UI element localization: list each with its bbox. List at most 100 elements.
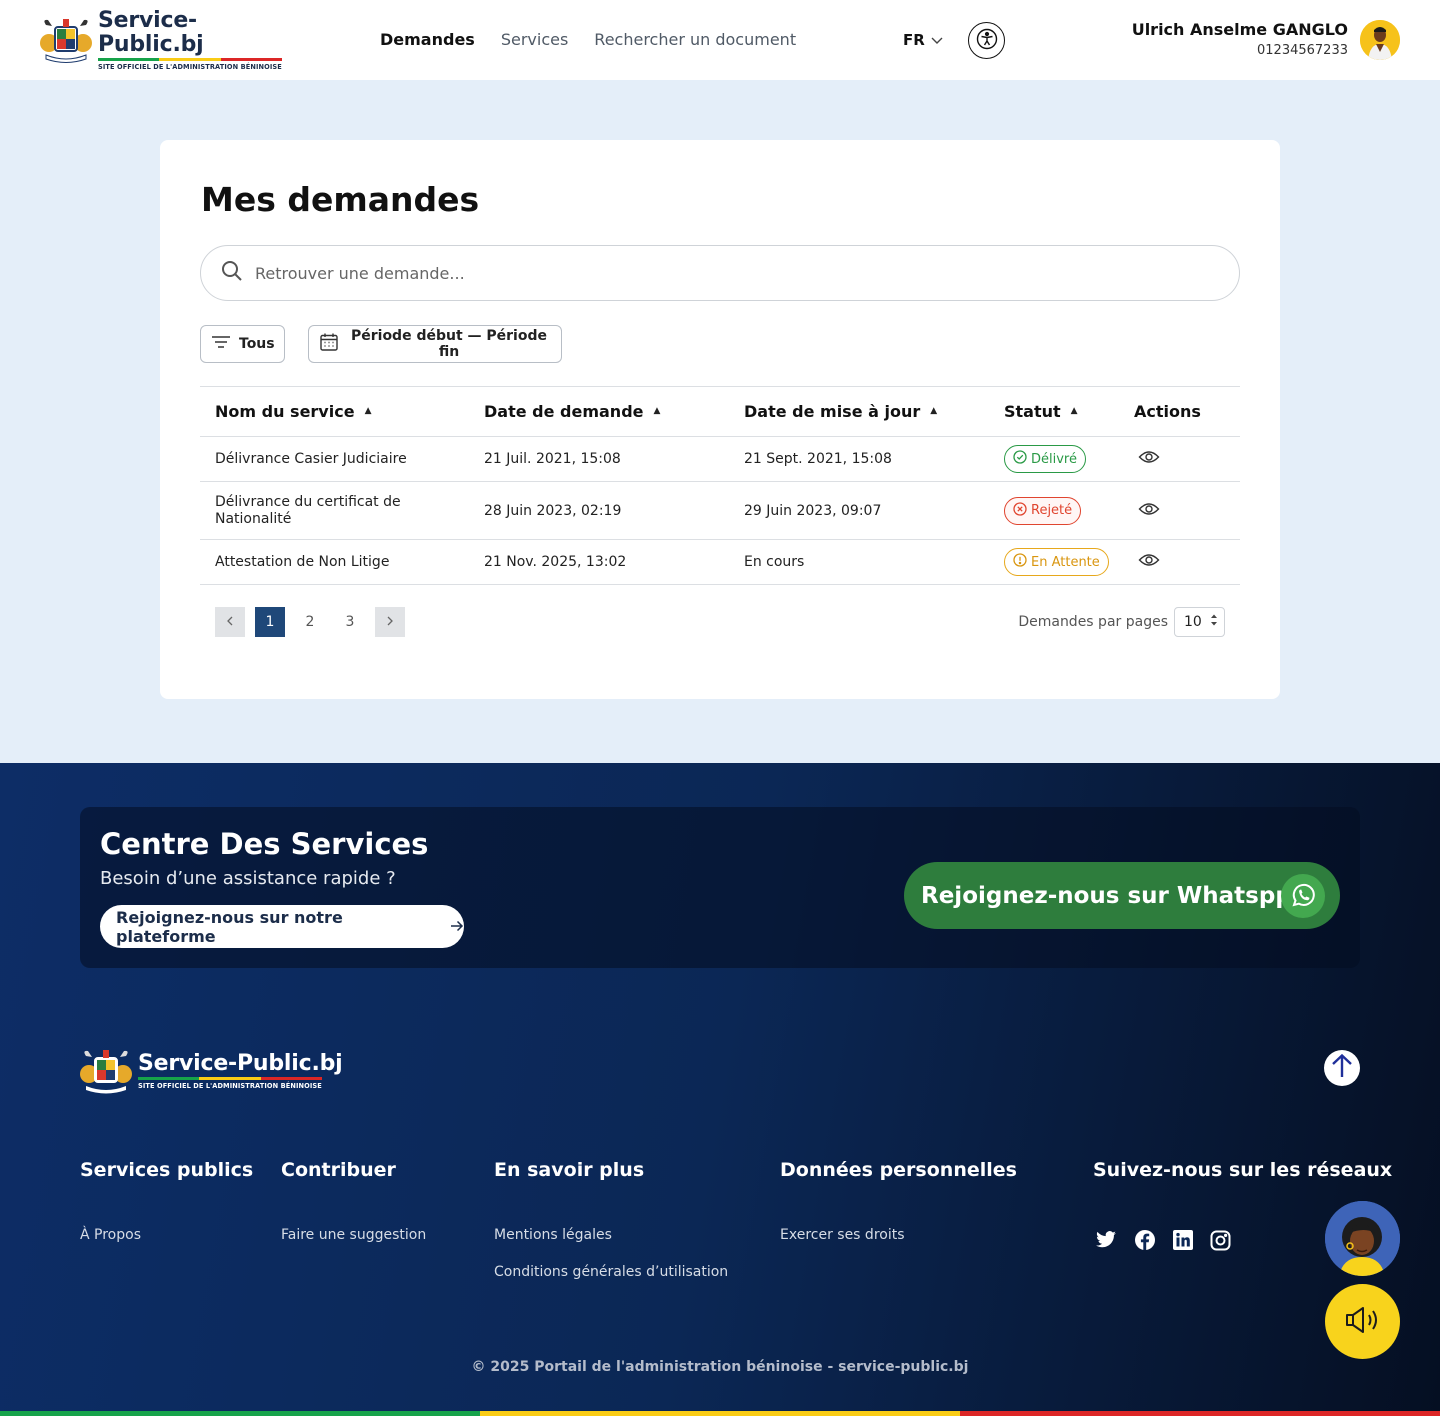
nav-services[interactable]: Services xyxy=(501,30,568,49)
language-label: FR xyxy=(903,31,925,49)
arrow-right-icon xyxy=(450,917,464,936)
join-platform-button[interactable]: Rejoignez-nous sur notre plateforme xyxy=(100,905,464,948)
search-input[interactable] xyxy=(255,263,1155,283)
footer-link-cgu[interactable]: Conditions générales d’utilisation xyxy=(494,1264,728,1280)
per-page-label: Demandes par pages xyxy=(1018,614,1168,630)
cell-date-demande: 21 Nov. 2025, 13:02 xyxy=(484,554,627,570)
top-header: Service-Public.bj SITE OFFICIEL DE L'ADM… xyxy=(0,0,1440,80)
status-badge: Rejeté xyxy=(1004,496,1082,525)
search-bar[interactable] xyxy=(200,245,1240,301)
user-info[interactable]: Ulrich Anselme GANGLO 01234567233 xyxy=(1132,20,1348,58)
per-page-control: Demandes par pages 10 xyxy=(1018,607,1225,637)
filter-status-button[interactable]: Tous xyxy=(200,325,285,363)
cell-service: Délivrance Casier Judiciaire xyxy=(215,451,407,467)
page-button-1[interactable]: 1 xyxy=(255,607,285,637)
brand-subtitle: SITE OFFICIEL DE L'ADMINISTRATION BÉNINO… xyxy=(138,1082,322,1090)
cell-actions xyxy=(1119,437,1240,482)
speaker-icon xyxy=(1344,1304,1382,1340)
accessibility-icon xyxy=(976,28,998,54)
per-page-select[interactable]: 10 xyxy=(1174,607,1225,637)
view-eye-icon[interactable] xyxy=(1138,553,1160,571)
nav-demandes[interactable]: Demandes xyxy=(380,30,475,49)
cell-date-demande: 28 Juin 2023, 02:19 xyxy=(484,502,622,519)
main-nav: Demandes Services Rechercher un document xyxy=(380,30,796,49)
social-links xyxy=(1095,1229,1231,1255)
user-phone: 01234567233 xyxy=(1257,43,1348,58)
flag-bar xyxy=(138,1077,322,1080)
sort-asc-icon: ▲ xyxy=(653,406,661,416)
table-row[interactable]: Attestation de Non Litige 21 Nov. 2025, … xyxy=(200,540,1240,585)
accessibility-button[interactable] xyxy=(968,22,1005,59)
cell-actions xyxy=(1119,482,1240,540)
whatsapp-button[interactable]: Rejoignez-nous sur Whatspp xyxy=(904,862,1340,929)
linkedin-icon[interactable] xyxy=(1173,1230,1193,1254)
cell-statut: Délivré xyxy=(989,437,1119,482)
brand-title: Service-Public.bj xyxy=(98,8,204,57)
view-eye-icon[interactable] xyxy=(1138,502,1160,520)
column-header-date-demande[interactable]: Date de demande ▲ xyxy=(469,387,729,437)
flag-stripe xyxy=(0,1411,1440,1416)
coat-of-arms-icon xyxy=(40,17,92,63)
brand-subtitle: SITE OFFICIEL DE L'ADMINISTRATION BÉNINO… xyxy=(98,63,282,71)
whatsapp-label: Rejoignez-nous sur Whatspp xyxy=(921,882,1292,909)
date-range-button[interactable]: Période début — Période fin xyxy=(308,325,562,363)
text-to-speech-button[interactable] xyxy=(1325,1284,1400,1359)
twitter-icon[interactable] xyxy=(1095,1231,1117,1253)
cell-actions xyxy=(1119,540,1240,585)
footer-link-mentions-legales[interactable]: Mentions légales xyxy=(494,1227,612,1243)
table-row[interactable]: Délivrance du certificat de Nationalité … xyxy=(200,482,1240,540)
next-page-button[interactable] xyxy=(375,607,405,637)
service-center-banner: Centre Des Services Besoin d’une assista… xyxy=(80,807,1360,968)
service-center-subtitle: Besoin d’une assistance rapide ? xyxy=(100,868,396,889)
language-selector[interactable]: FR xyxy=(903,31,943,49)
cell-date-maj: 21 Sept. 2021, 15:08 xyxy=(744,451,892,467)
back-to-top-button[interactable] xyxy=(1324,1050,1360,1086)
column-header-actions: Actions xyxy=(1134,402,1201,421)
copyright-text: © 2025 Portail de l'administration bénin… xyxy=(471,1359,969,1375)
sort-asc-icon: ▲ xyxy=(930,406,938,416)
user-name: Ulrich Anselme GANGLO xyxy=(1131,20,1348,39)
x-circle-icon xyxy=(1013,501,1027,520)
chevron-down-icon xyxy=(931,31,943,49)
flag-bar xyxy=(98,58,282,61)
user-avatar[interactable] xyxy=(1360,20,1400,60)
brand-title: Service-Public.bj xyxy=(138,1051,343,1076)
stepper-arrows-icon xyxy=(1210,613,1218,631)
footer-link-a-propos[interactable]: À Propos xyxy=(80,1227,141,1243)
page-button-3[interactable]: 3 xyxy=(335,607,365,637)
sort-asc-icon: ▲ xyxy=(364,406,372,416)
view-eye-icon[interactable] xyxy=(1138,450,1160,468)
cell-statut: Rejeté xyxy=(989,482,1119,540)
footer-logo[interactable]: Service-Public.bj SITE OFFICIEL DE L'ADM… xyxy=(80,1048,343,1094)
calendar-icon xyxy=(319,332,339,356)
assistant-avatar[interactable] xyxy=(1325,1201,1400,1276)
table-row[interactable]: Délivrance Casier Judiciaire 21 Juil. 20… xyxy=(200,437,1240,482)
alert-circle-icon xyxy=(1013,553,1027,571)
footer-heading-reseaux: Suivez-nous sur les réseaux xyxy=(1093,1159,1393,1181)
search-icon xyxy=(221,260,243,286)
requests-table: Nom du service ▲ Date de demande ▲ Date de… xyxy=(200,386,1240,585)
page-title: Mes demandes xyxy=(201,180,480,219)
footer-heading-contribuer: Contribuer xyxy=(281,1159,396,1181)
per-page-value: 10 xyxy=(1184,614,1202,630)
table-header-row: Nom du service ▲ Date de demande ▲ Date de… xyxy=(200,386,1240,437)
pagination: 1 2 3 xyxy=(215,607,405,637)
cell-statut: En Attente xyxy=(989,540,1119,585)
instagram-icon[interactable] xyxy=(1210,1230,1231,1255)
footer-link-exercer-droits[interactable]: Exercer ses droits xyxy=(780,1227,905,1243)
footer-link-suggestion[interactable]: Faire une suggestion xyxy=(281,1227,426,1243)
previous-page-button[interactable] xyxy=(215,607,245,637)
column-header-service[interactable]: Nom du service ▲ xyxy=(200,387,469,437)
page-button-2[interactable]: 2 xyxy=(295,607,325,637)
status-badge: En Attente xyxy=(1004,548,1109,576)
check-circle-icon xyxy=(1013,450,1027,468)
footer-heading-services-publics: Services publics xyxy=(80,1159,254,1181)
facebook-icon[interactable] xyxy=(1134,1229,1156,1255)
cell-service: Délivrance du certificat de Nationalité xyxy=(215,493,401,527)
footer-heading-en-savoir-plus: En savoir plus xyxy=(494,1159,645,1181)
column-header-date-maj[interactable]: Date de mise à jour ▲ xyxy=(729,387,989,437)
site-logo[interactable]: Service-Public.bj SITE OFFICIEL DE L'ADM… xyxy=(40,9,290,71)
nav-rechercher-document[interactable]: Rechercher un document xyxy=(594,30,796,49)
cell-date-demande: 21 Juil. 2021, 15:08 xyxy=(484,451,621,467)
column-header-statut[interactable]: Statut ▲ xyxy=(989,387,1119,437)
